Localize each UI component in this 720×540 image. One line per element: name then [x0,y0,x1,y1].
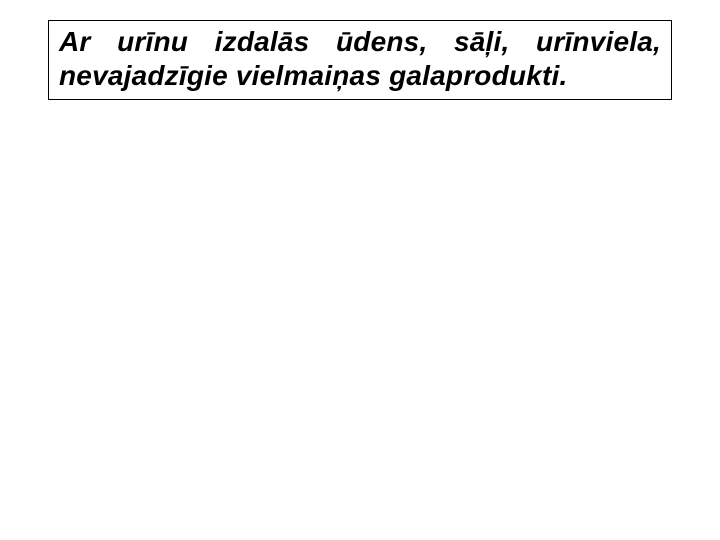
slide: Ar urīnu izdalās ūdens, sāļi, urīnviela,… [0,0,720,540]
body-text: Ar urīnu izdalās ūdens, sāļi, urīnviela,… [59,25,661,93]
text-box: Ar urīnu izdalās ūdens, sāļi, urīnviela,… [48,20,672,100]
